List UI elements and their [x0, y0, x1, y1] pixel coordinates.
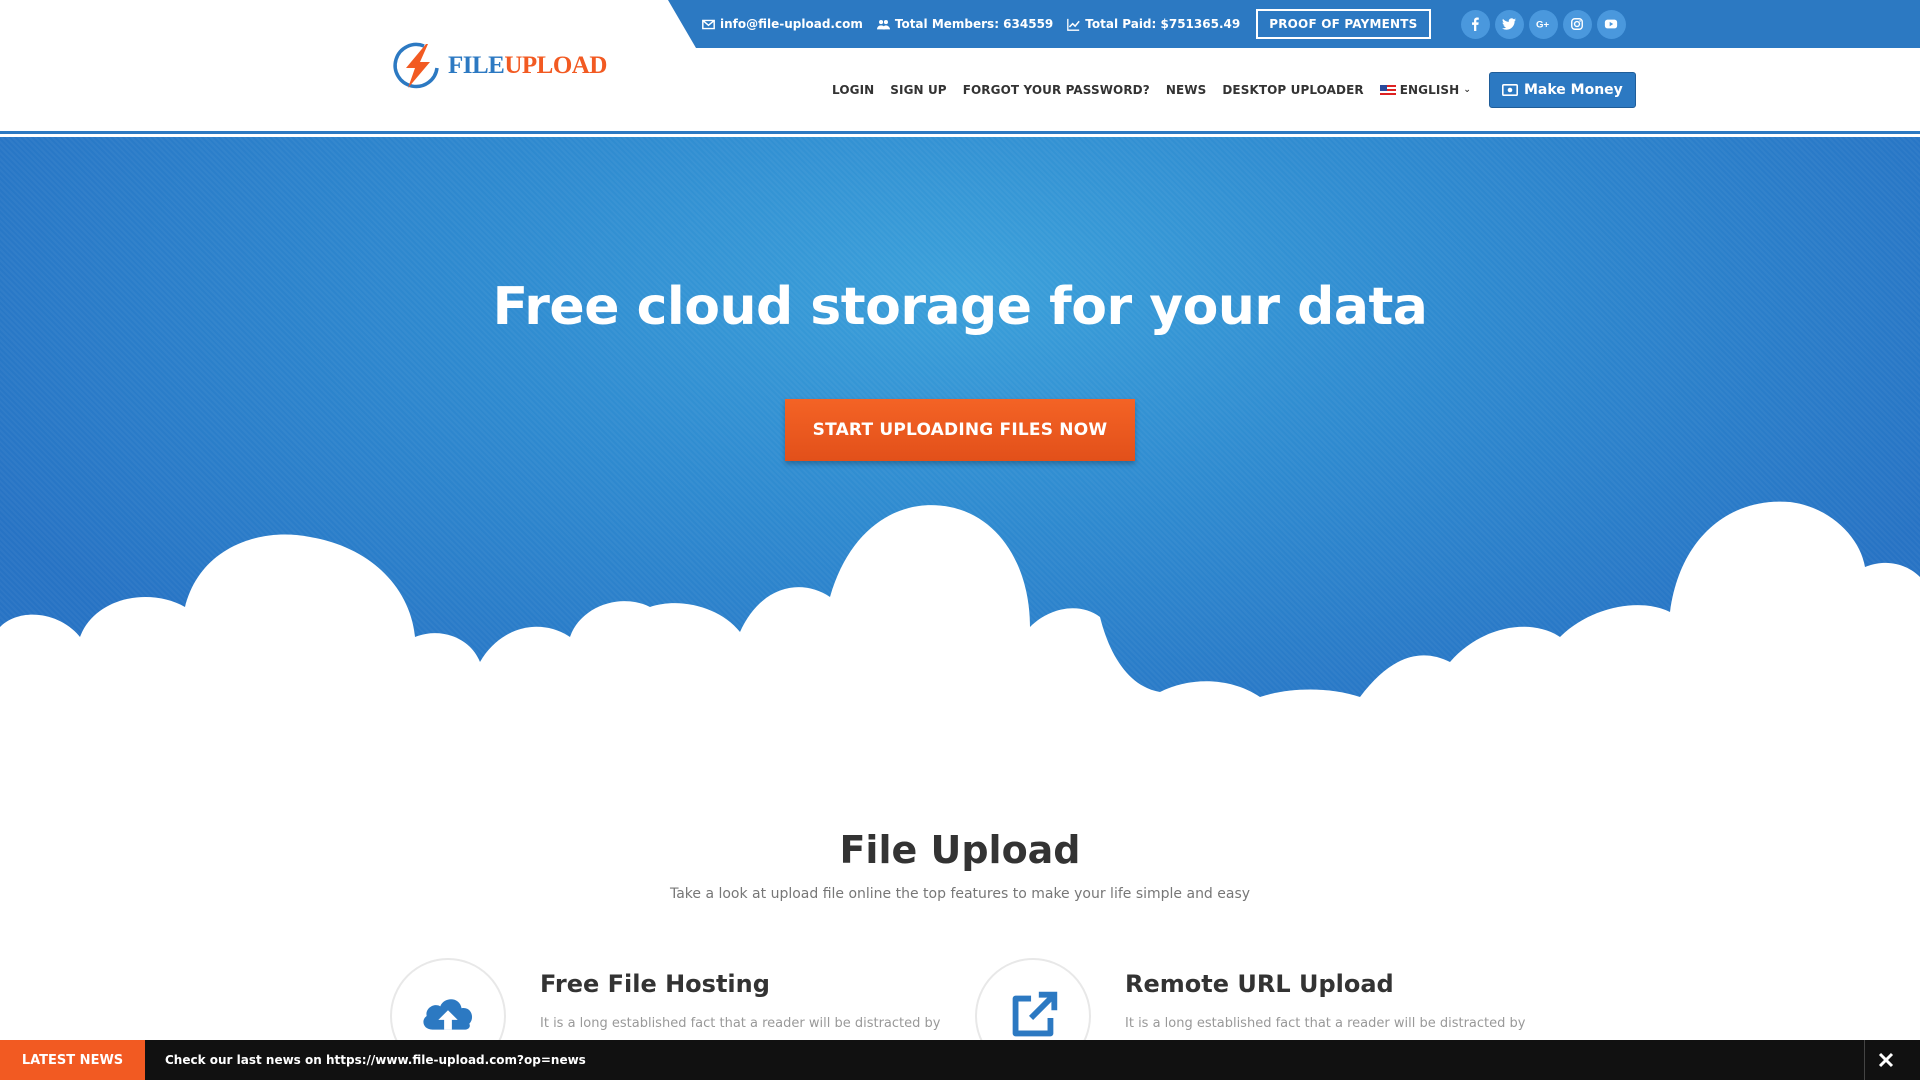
- nav-signup[interactable]: SIGN UP: [890, 83, 946, 97]
- features-subtitle: Take a look at upload file online the to…: [669, 886, 1251, 902]
- feature-title: Free File Hosting: [540, 970, 770, 998]
- email-text: info@file-upload.com: [720, 17, 863, 31]
- nav-forgot-password[interactable]: FORGOT YOUR PASSWORD?: [963, 83, 1150, 97]
- users-icon: [876, 19, 890, 29]
- nav-desktop-uploader[interactable]: DESKTOP UPLOADER: [1222, 83, 1363, 97]
- language-select[interactable]: ENGLISH ⌄: [1379, 83, 1471, 97]
- email-info[interactable]: info@file-upload.com: [702, 17, 863, 31]
- members-info: Total Members: 634559: [876, 17, 1054, 31]
- logo-text-file: FILE: [448, 52, 505, 79]
- twitter-icon: [1502, 18, 1517, 30]
- proof-of-payments-button[interactable]: PROOF OF PAYMENTS: [1256, 9, 1431, 39]
- chart-line-icon: [1067, 18, 1081, 31]
- feature-title: Remote URL Upload: [1125, 970, 1394, 998]
- hero-title: Free cloud storage for your data: [492, 277, 1428, 337]
- youtube-link[interactable]: [1596, 9, 1626, 39]
- logo-text-upload: UPLOAD: [504, 52, 607, 79]
- site-logo[interactable]: FILEUPLOAD: [388, 38, 607, 94]
- latest-news-label: LATEST NEWS: [0, 1040, 145, 1080]
- facebook-icon: [1472, 17, 1479, 31]
- youtube-icon: [1604, 19, 1618, 29]
- instagram-link[interactable]: [1562, 9, 1592, 39]
- feature-text: It is a long established fact that a rea…: [1125, 1016, 1526, 1031]
- feature-text: It is a long established fact that a rea…: [540, 1016, 941, 1031]
- external-link-icon: [1012, 991, 1058, 1037]
- main-nav: LOGIN SIGN UP FORGOT YOUR PASSWORD? NEWS…: [832, 72, 1636, 108]
- make-money-button[interactable]: Make Money: [1488, 72, 1636, 108]
- money-bill-icon: [1501, 84, 1518, 96]
- us-flag-icon: [1379, 84, 1396, 96]
- make-money-label: Make Money: [1523, 82, 1623, 98]
- logo-bolt-icon: [393, 42, 439, 89]
- google-plus-icon: G+: [1536, 20, 1549, 31]
- nav-news[interactable]: NEWS: [1166, 83, 1207, 97]
- social-links: G+: [1460, 9, 1626, 39]
- facebook-link[interactable]: [1460, 9, 1490, 39]
- paid-info: Total Paid: $751365.49: [1067, 17, 1240, 31]
- twitter-link[interactable]: [1494, 9, 1524, 39]
- language-label: ENGLISH: [1399, 83, 1460, 97]
- envelope-icon: [702, 19, 715, 29]
- paid-text: Total Paid: $751365.49: [1085, 17, 1241, 31]
- start-uploading-button[interactable]: START UPLOADING FILES NOW: [785, 399, 1135, 461]
- clouds-decoration: [0, 501, 1920, 737]
- latest-news-text[interactable]: Check our last news on https://www.file-…: [165, 1053, 1864, 1067]
- latest-news-bar: LATEST NEWS Check our last news on https…: [0, 1040, 1920, 1080]
- nav-login[interactable]: LOGIN: [832, 83, 874, 97]
- close-icon: [1878, 1052, 1893, 1068]
- google-plus-link[interactable]: G+: [1528, 9, 1558, 39]
- cloud-upload-icon: [423, 999, 473, 1030]
- news-close-button[interactable]: [1864, 1040, 1906, 1080]
- hero-section: Free cloud storage for your data START U…: [0, 137, 1920, 737]
- svg-text:G+: G+: [1536, 20, 1549, 31]
- chevron-down-icon: ⌄: [1463, 85, 1471, 95]
- members-text: Total Members: 634559: [894, 17, 1054, 31]
- instagram-icon: [1571, 18, 1583, 30]
- logo-text: FILEUPLOAD: [448, 52, 607, 80]
- features-title: File Upload: [839, 828, 1081, 872]
- top-info-content: info@file-upload.com Total Members: 6345…: [702, 0, 1626, 48]
